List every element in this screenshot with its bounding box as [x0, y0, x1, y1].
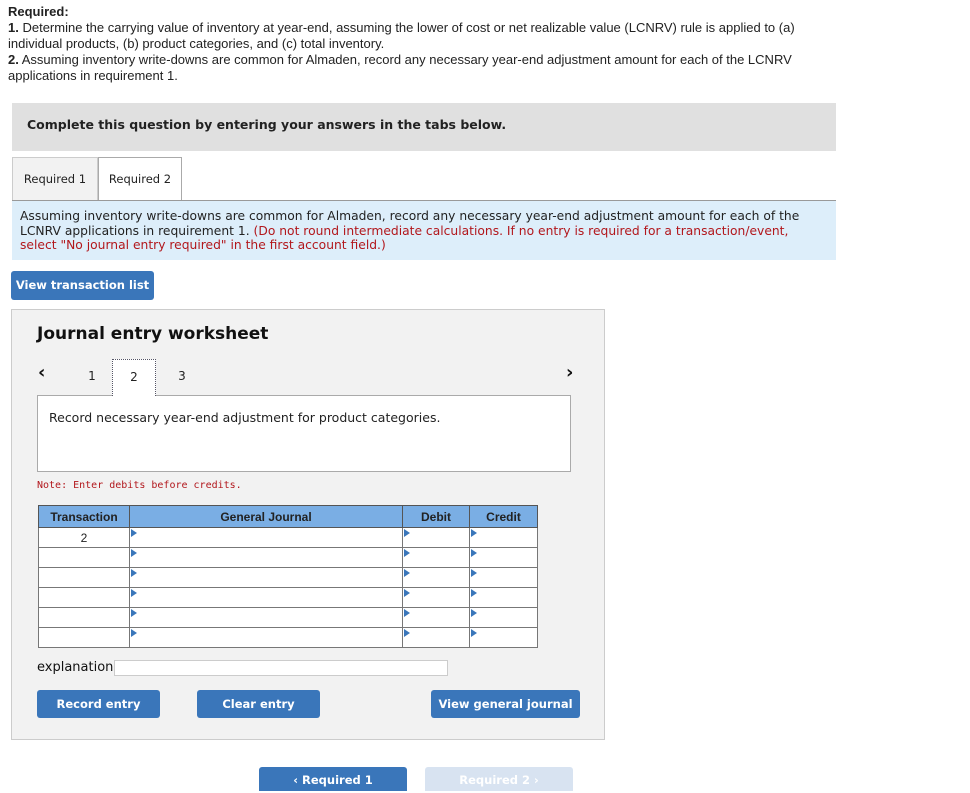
debit-cell[interactable]: [402, 527, 470, 548]
dropdown-indicator-icon: [471, 589, 477, 597]
requirements-heading: Required:: [8, 4, 69, 19]
dropdown-indicator-icon: [131, 569, 137, 577]
debit-cell[interactable]: [402, 627, 470, 648]
requirements: Required: 1. Determine the carrying valu…: [8, 4, 838, 84]
account-cell[interactable]: [129, 567, 403, 588]
tab-required-2[interactable]: Required 2: [98, 157, 182, 201]
credit-cell[interactable]: [469, 567, 538, 588]
dropdown-indicator-icon: [131, 589, 137, 597]
previous-required-button[interactable]: ‹ Required 1: [259, 767, 407, 791]
dropdown-indicator-icon: [404, 609, 410, 617]
header-transaction: Transaction: [38, 505, 130, 528]
table-row: [38, 587, 538, 608]
record-entry-button[interactable]: Record entry: [37, 690, 160, 718]
table-row: [38, 607, 538, 628]
header-credit: Credit: [469, 505, 538, 528]
dropdown-indicator-icon: [404, 569, 410, 577]
credit-cell[interactable]: [469, 587, 538, 608]
dropdown-indicator-icon: [404, 529, 410, 537]
dropdown-indicator-icon: [404, 549, 410, 557]
worksheet-title: Journal entry worksheet: [37, 324, 269, 344]
debit-cell[interactable]: [402, 567, 470, 588]
table-row: 2: [38, 527, 538, 548]
view-general-journal-button[interactable]: View general journal: [431, 690, 580, 718]
journal-table: Transaction General Journal Debit Credit…: [38, 505, 538, 648]
transaction-cell: 2: [38, 527, 130, 548]
dropdown-indicator-icon: [471, 609, 477, 617]
header-general-journal: General Journal: [129, 505, 403, 528]
credit-cell[interactable]: [469, 547, 538, 568]
dropdown-indicator-icon: [131, 549, 137, 557]
transaction-cell: [38, 567, 130, 588]
dropdown-indicator-icon: [404, 589, 410, 597]
worksheet-page-2[interactable]: 2: [112, 359, 156, 396]
table-row: [38, 627, 538, 648]
account-cell[interactable]: [129, 607, 403, 628]
debit-cell[interactable]: [402, 547, 470, 568]
dropdown-indicator-icon: [471, 569, 477, 577]
header-debit: Debit: [402, 505, 470, 528]
credit-cell[interactable]: [469, 627, 538, 648]
chevron-right-icon[interactable]: ›: [566, 362, 573, 383]
dropdown-indicator-icon: [471, 529, 477, 537]
account-cell[interactable]: [129, 587, 403, 608]
instruction-banner: Complete this question by entering your …: [12, 103, 836, 151]
next-required-button: Required 2 ›: [425, 767, 573, 791]
debit-cell[interactable]: [402, 607, 470, 628]
worksheet-page-3[interactable]: 3: [162, 359, 202, 395]
dropdown-indicator-icon: [404, 629, 410, 637]
dropdown-indicator-icon: [131, 529, 137, 537]
credit-cell[interactable]: [469, 607, 538, 628]
explanation-label: explanation: [37, 660, 114, 675]
debit-cell[interactable]: [402, 587, 470, 608]
tab-required-1[interactable]: Required 1: [12, 157, 98, 200]
worksheet-page-1[interactable]: 1: [72, 359, 112, 395]
transaction-cell: [38, 607, 130, 628]
journal-entry-worksheet: Journal entry worksheet ‹ 1 2 3 › Record…: [11, 309, 605, 740]
chevron-left-icon[interactable]: ‹: [38, 362, 45, 383]
account-cell[interactable]: [129, 547, 403, 568]
credit-cell[interactable]: [469, 527, 538, 548]
dropdown-indicator-icon: [471, 629, 477, 637]
transaction-cell: [38, 547, 130, 568]
requirement-2: 2. Assuming inventory write-downs are co…: [8, 52, 792, 83]
dropdown-indicator-icon: [471, 549, 477, 557]
requirement-1: 1. Determine the carrying value of inven…: [8, 20, 795, 51]
debits-note: Note: Enter debits before credits.: [37, 480, 242, 491]
table-row: [38, 567, 538, 588]
dropdown-indicator-icon: [131, 629, 137, 637]
clear-entry-button[interactable]: Clear entry: [197, 690, 320, 718]
instructions-box: Assuming inventory write-downs are commo…: [12, 201, 836, 260]
account-cell[interactable]: [129, 527, 403, 548]
explanation-input[interactable]: [114, 660, 448, 676]
transaction-cell: [38, 627, 130, 648]
transaction-cell: [38, 587, 130, 608]
entry-description: Record necessary year-end adjustment for…: [37, 395, 571, 472]
account-cell[interactable]: [129, 627, 403, 648]
dropdown-indicator-icon: [131, 609, 137, 617]
view-transaction-list-button[interactable]: View transaction list: [11, 271, 154, 300]
table-row: [38, 547, 538, 568]
